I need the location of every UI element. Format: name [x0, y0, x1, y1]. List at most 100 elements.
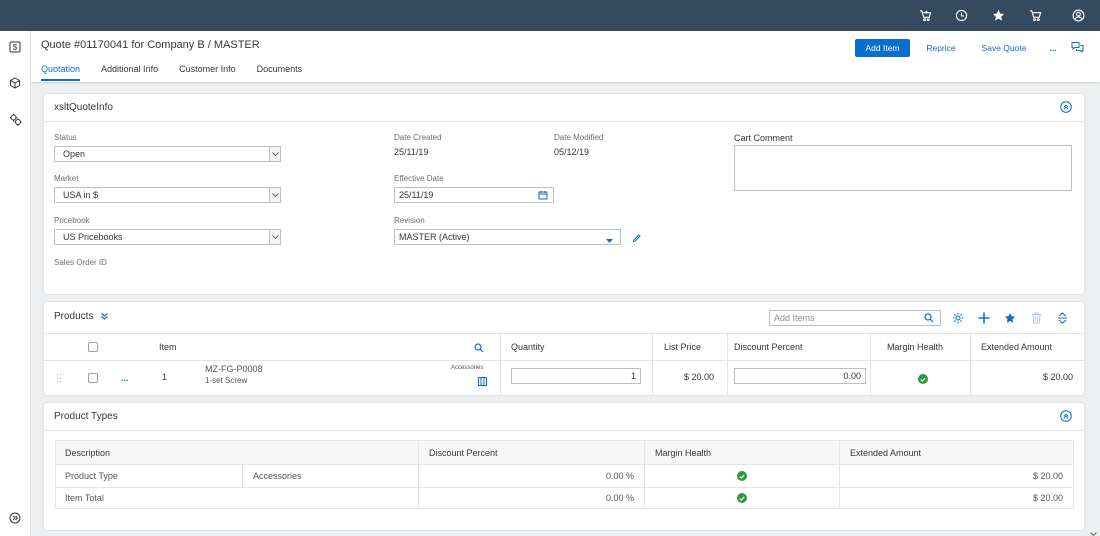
expand-rail-icon[interactable] — [8, 511, 22, 525]
dropdown-caret-icon — [606, 235, 613, 245]
row-amount: $ 20.00 — [1032, 471, 1063, 481]
row-discount: 0.00 % — [605, 471, 634, 481]
quantity-value: 1 — [630, 371, 636, 381]
effective-date-value: 25/11/19 — [399, 190, 434, 200]
collapse-section-icon[interactable] — [1060, 410, 1072, 422]
revision-label: Revision — [394, 216, 425, 225]
favorites-icon[interactable] — [991, 8, 1005, 22]
status-value: Open — [63, 149, 86, 159]
add-icon[interactable] — [978, 312, 990, 326]
divider — [44, 430, 1084, 431]
status-select[interactable]: Open — [54, 146, 281, 162]
chevron-down-icon — [269, 188, 280, 202]
object-page-header: Quote #01170041 for Company B / MASTER Q… — [31, 31, 1100, 82]
select-all-checkbox[interactable] — [88, 342, 98, 352]
table-row[interactable]: ... 1 MZ-FG-P0008 1-set Screw Accessorie… — [44, 361, 1084, 395]
favorite-star-icon[interactable] — [1004, 312, 1016, 326]
add-items-search-input[interactable]: Add Items — [769, 310, 941, 326]
more-actions-button[interactable]: ... — [1045, 39, 1061, 57]
column-extended-amount: Extended Amount — [981, 342, 1053, 352]
chevron-down-icon — [269, 230, 280, 244]
column-margin-health: Margin Health — [887, 342, 944, 352]
pricebook-value: US Pricebooks — [63, 232, 123, 242]
effective-date-label: Effective Date — [394, 174, 444, 183]
edit-pencil-icon[interactable] — [632, 233, 642, 245]
date-created-label: Date Created — [394, 133, 442, 142]
product-types-table: Description Discount Percent Margin Heal… — [55, 440, 1074, 509]
revision-select[interactable]: MASTER (Active) — [394, 229, 621, 245]
status-label: Status — [54, 133, 77, 142]
cart-comment-textarea[interactable] — [734, 145, 1072, 191]
product-types-title: Product Types — [54, 411, 118, 422]
chat-icon[interactable] — [1071, 41, 1085, 55]
quote-dollar-icon[interactable]: $ — [8, 40, 22, 54]
date-created-value: 25/11/19 — [394, 147, 429, 157]
divider — [44, 333, 1084, 334]
column-quantity: Quantity — [511, 342, 545, 352]
row-category: Accessories — [253, 471, 302, 481]
reprice-button[interactable]: Reprice — [920, 39, 962, 57]
margin-health-ok-icon — [737, 471, 747, 481]
table-row: Item Total 0.00 % $ 20.00 — [56, 488, 1073, 509]
quote-info-panel: xsltQuoteInfo Status Open Market USA in … — [44, 94, 1084, 294]
settings-gears-icon[interactable] — [8, 112, 22, 126]
expand-products-icon[interactable] — [100, 312, 109, 323]
revision-value: MASTER (Active) — [399, 232, 470, 242]
shell-bar — [0, 0, 1100, 31]
column-extended-amount: Extended Amount — [850, 448, 922, 458]
row-checkbox[interactable] — [88, 373, 98, 383]
market-select[interactable]: USA in $ — [54, 187, 281, 203]
column-description: Description — [65, 448, 111, 458]
tab-additional-info[interactable]: Additional Info — [101, 64, 158, 81]
discount-input[interactable]: 0.00 — [734, 368, 866, 384]
column-margin-health: Margin Health — [655, 448, 712, 458]
date-modified-value: 05/12/19 — [554, 147, 590, 157]
column-search-icon[interactable] — [474, 343, 484, 355]
quantity-input[interactable]: 1 — [511, 368, 641, 384]
calendar-icon[interactable] — [538, 190, 548, 202]
collapse-section-icon[interactable] — [1060, 101, 1072, 113]
scroll-down-icon[interactable] — [1090, 529, 1097, 536]
tab-customer-info[interactable]: Customer Info — [179, 64, 236, 81]
market-value: USA in $ — [63, 190, 99, 200]
add-items-placeholder: Add Items — [774, 313, 815, 323]
left-navigation: $ — [0, 31, 31, 536]
row-part-number: MZ-FG-P0008 — [205, 364, 263, 374]
column-list-price: List Price — [664, 342, 702, 352]
discount-value: 0.00 — [843, 371, 861, 381]
tab-quotation[interactable]: Quotation — [41, 64, 81, 81]
cart-icon[interactable] — [1028, 8, 1042, 22]
product-details-icon[interactable] — [478, 377, 487, 388]
pricebook-select[interactable]: US Pricebooks — [54, 229, 281, 245]
row-description: Product Type — [65, 471, 118, 481]
save-quote-button[interactable]: Save Quote — [978, 39, 1030, 57]
expand-collapse-rows-icon[interactable] — [1057, 312, 1068, 326]
chevron-down-icon — [269, 147, 280, 161]
row-description: Item Total — [65, 493, 104, 503]
history-icon[interactable] — [954, 8, 968, 22]
delete-icon[interactable] — [1031, 312, 1042, 326]
user-profile-icon[interactable] — [1071, 8, 1085, 22]
column-discount-percent: Discount Percent — [429, 448, 498, 458]
sales-order-id-label: Sales Order ID — [54, 258, 107, 267]
date-modified-label: Date Modified — [554, 133, 604, 142]
market-label: Market — [54, 174, 79, 183]
table-row: Product Type Accessories 0.00 % $ 20.00 — [56, 465, 1073, 487]
effective-date-input[interactable]: 25/11/19 — [394, 187, 554, 203]
tab-documents[interactable]: Documents — [257, 64, 303, 81]
add-item-button[interactable]: Add Item — [855, 39, 910, 57]
drag-handle-icon[interactable] — [56, 373, 62, 385]
product-cube-icon[interactable] — [8, 76, 22, 90]
row-number: 1 — [162, 372, 168, 382]
row-list-price: $ 20.00 — [683, 372, 714, 382]
row-extended-amount: $ 20.00 — [1042, 372, 1073, 382]
column-discount-percent: Discount Percent — [734, 342, 803, 352]
search-icon[interactable] — [924, 313, 934, 325]
cart-add-icon[interactable] — [918, 8, 932, 22]
settings-icon[interactable] — [952, 312, 964, 326]
row-discount: 0.00 % — [605, 493, 634, 503]
products-panel: Products Add Items Item Quantity List Pr… — [44, 302, 1084, 395]
divider — [44, 121, 1084, 122]
row-more-button[interactable]: ... — [121, 373, 129, 383]
svg-text:$: $ — [13, 43, 18, 52]
